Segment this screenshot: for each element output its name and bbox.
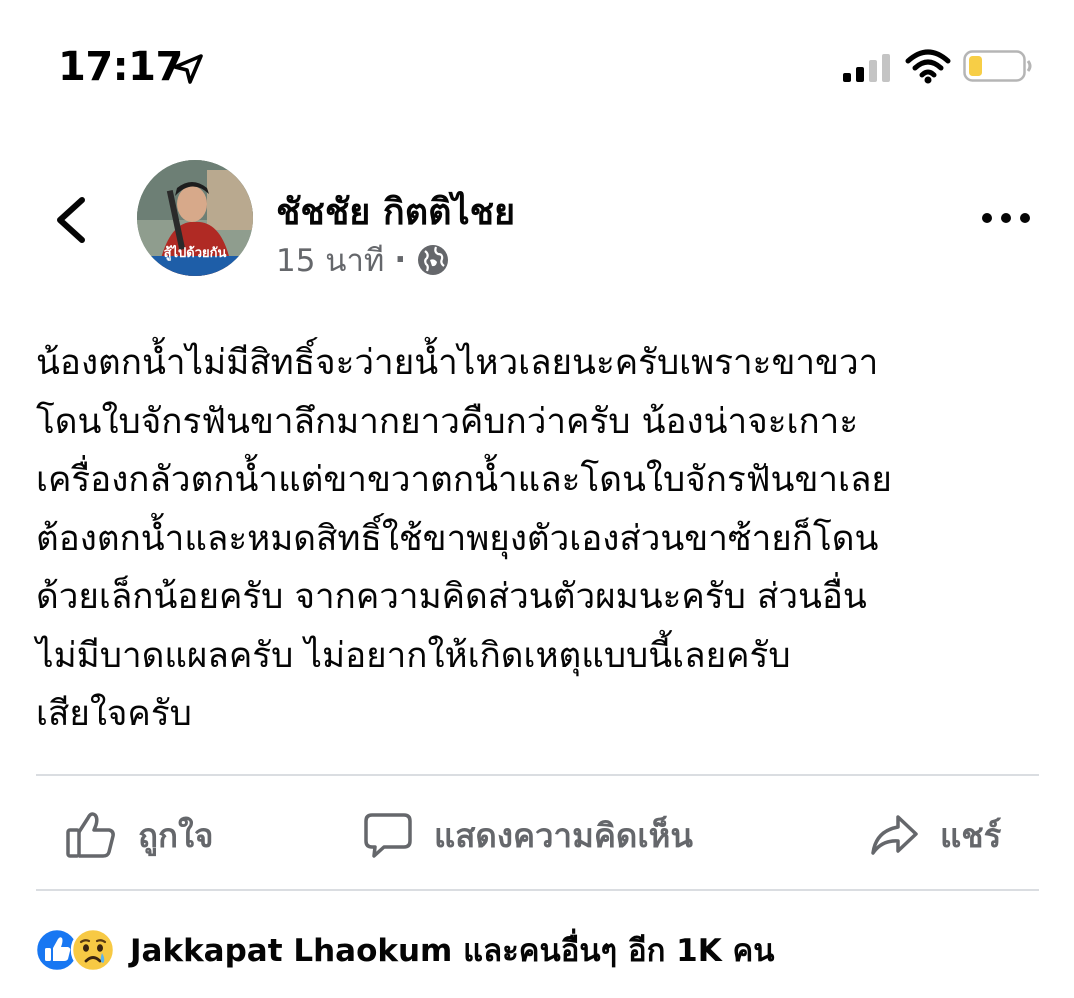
thumbs-up-icon (66, 812, 115, 858)
share-arrow-icon (871, 815, 918, 855)
wifi-icon (905, 49, 951, 84)
author-avatar[interactable]: สู้ไปด้วยกัน (137, 160, 253, 276)
reactions-summary[interactable]: Jakkapat Lhaokum และคนอื่นๆ อีก 1K คน (34, 920, 774, 980)
more-options-icon[interactable] (978, 200, 1034, 236)
post-body-line: เครื่องกลัวตกน้ำแต่ขาขวาตกน้ำและโดนใบจัก… (36, 460, 892, 500)
post-body-line: โดนใบจักรฟันขาลึกมากยาวคืบกว่าครับ น้องน… (36, 401, 859, 442)
sad-reaction-icon (70, 927, 116, 973)
comment-label: แสดงความคิดเห็น (434, 815, 693, 855)
like-label: ถูกใจ (138, 815, 214, 855)
avatar-caption: สู้ไปด้วยกัน (163, 246, 227, 261)
post-body-line: ด้วยเล็กน้อยครับ จากความคิดส่วนตัวผมนะคร… (36, 577, 867, 617)
post-body-line: น้องตกน้ำไม่มีสิทธิ์จะว่ายน้ำไหวเลยนะครั… (36, 343, 879, 383)
divider (36, 889, 1039, 891)
comment-button[interactable]: แสดงความคิดเห็น (362, 800, 693, 870)
post-meta: 15 นาที · (276, 240, 450, 280)
post-body-line: เสียใจครับ (36, 694, 192, 734)
status-time: 17:17 (58, 44, 183, 90)
author-name[interactable]: ชัชชัย กิตติไชย (276, 183, 515, 240)
post-timestamp[interactable]: 15 นาที (276, 235, 384, 285)
meta-separator: · (394, 242, 407, 278)
status-bar: 17:17 (0, 0, 1074, 130)
back-chevron-icon[interactable] (50, 192, 90, 248)
comment-bubble-icon (364, 813, 412, 858)
battery-low-icon (963, 50, 1032, 82)
cellular-signal-icon (843, 54, 890, 82)
share-button[interactable]: แชร์ (868, 800, 1001, 870)
reactions-text: Jakkapat Lhaokum และคนอื่นๆ อีก 1K คน (130, 933, 775, 969)
location-arrow-icon (173, 54, 203, 84)
globe-icon (418, 245, 449, 275)
post-body: น้องตกน้ำไม่มีสิทธิ์จะว่ายน้ำไหวเลยนะครั… (36, 334, 1036, 744)
post-body-line: ไม่มีบาดแผลครับ ไม่อยากให้เกิดเหตุแบบนี้… (36, 635, 791, 676)
post-body-line: ต้องตกน้ำและหมดสิทธิ์ใช้ขาพยุงตัวเองส่วน… (36, 518, 879, 559)
divider (36, 774, 1039, 776)
like-button[interactable]: ถูกใจ (64, 800, 213, 870)
share-label: แชร์ (940, 815, 1002, 855)
